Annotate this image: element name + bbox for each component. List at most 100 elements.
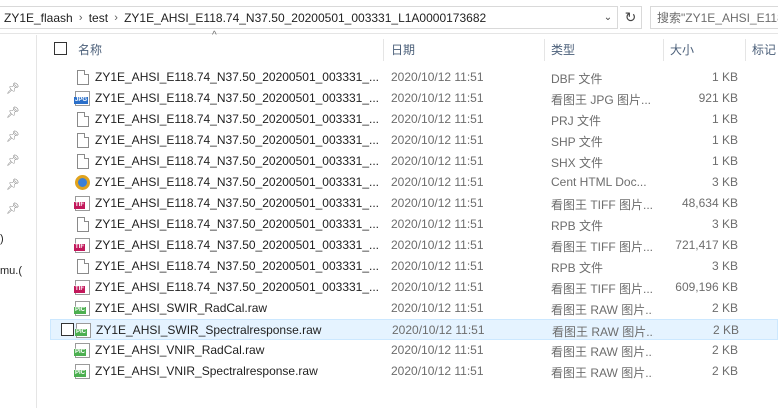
file-size: 2 KB (711, 343, 738, 357)
column-name[interactable]: 名称 (78, 41, 102, 58)
file-date: 2020/10/12 11:51 (391, 175, 484, 189)
doc-icon (77, 133, 89, 148)
file-name: ZY1E_AHSI_E118.74_N37.50_20200501_003331… (95, 154, 380, 168)
doc-icon (77, 259, 89, 274)
file-row[interactable]: PIC ZY1E_AHSI_VNIR_Spectralresponse.raw 20… (50, 361, 778, 382)
file-name: ZY1E_AHSI_E118.74_N37.50_20200501_003331… (95, 196, 380, 210)
select-all-checkbox[interactable] (54, 42, 67, 55)
file-badge: JPG (74, 97, 89, 104)
file-type: 看图王 RAW 图片... (551, 303, 653, 317)
file-type: 看图王 TIFF 图片... (551, 282, 653, 296)
sort-up-icon: ^ (212, 30, 217, 41)
doc-icon (77, 154, 89, 169)
file-badge: PIC (75, 329, 88, 336)
search-input[interactable]: 搜索"ZY1E_AHSI_E118.74_N37.50_20200501_003… (650, 6, 778, 29)
tiff-icon: TIF (74, 280, 90, 295)
file-row[interactable]: JPG ZY1E_AHSI_E118.74_N37.50_20200501_003… (50, 88, 778, 109)
file-date: 2020/10/12 11:51 (391, 364, 484, 378)
file-row[interactable]: PIC ZY1E_AHSI_VNIR_RadCal.raw 2020/10/12 1… (50, 340, 778, 361)
file-name: ZY1E_AHSI_VNIR_RadCal.raw (95, 343, 265, 357)
file-row[interactable]: ZY1E_AHSI_E118.74_N37.50_20200501_003331… (50, 214, 778, 235)
pin-icon[interactable]: 📌︎ (6, 82, 20, 95)
doc-icon (77, 112, 89, 127)
file-row[interactable]: ZY1E_AHSI_E118.74_N37.50_20200501_003331… (50, 256, 778, 277)
file-row[interactable]: ZY1E_AHSI_E118.74_N37.50_20200501_003331… (50, 67, 778, 88)
html-icon (75, 175, 90, 190)
pin-icon[interactable]: 📌︎ (6, 154, 20, 167)
file-date: 2020/10/12 11:51 (391, 133, 484, 147)
file-size: 1 KB (711, 70, 738, 84)
pin-icon[interactable]: 📌︎ (6, 106, 20, 119)
doc-icon (77, 70, 89, 85)
row-checkbox[interactable] (61, 323, 74, 336)
column-divider[interactable] (745, 39, 746, 61)
file-badge: TIF (74, 286, 85, 293)
file-row[interactable]: ZY1E_AHSI_E118.74_N37.50_20200501_003331… (50, 130, 778, 151)
file-size: 2 KB (712, 323, 739, 337)
file-date: 2020/10/12 11:51 (391, 91, 484, 105)
column-tags[interactable]: 标记 (752, 41, 776, 58)
jpg-icon: JPG (74, 91, 90, 106)
breadcrumb-item[interactable]: test (89, 11, 108, 25)
file-name: ZY1E_AHSI_E118.74_N37.50_20200501_003331… (95, 259, 380, 273)
file-badge: PIC (74, 349, 87, 356)
tiff-icon: TIF (74, 196, 90, 211)
pin-icon[interactable]: 📌︎ (6, 178, 20, 191)
file-type: 看图王 RAW 图片... (552, 325, 654, 339)
file-row[interactable]: ZY1E_AHSI_E118.74_N37.50_20200501_003331… (50, 151, 778, 172)
navigation-pane: 📌︎ 📌︎ 📌︎ 📌︎ 📌︎ 📌︎ ) mu.( (0, 35, 37, 408)
column-date[interactable]: 日期 (391, 41, 415, 58)
file-row[interactable]: PIC ZY1E_AHSI_SWIR_Spectralresponse.raw 20… (50, 319, 778, 340)
file-date: 2020/10/12 11:51 (391, 217, 484, 231)
file-size: 2 KB (711, 301, 738, 315)
file-row[interactable]: ZY1E_AHSI_E118.74_N37.50_20200501_003331… (50, 172, 778, 193)
pin-icon[interactable]: 📌︎ (6, 130, 20, 143)
nav-item-fragment[interactable]: mu.( (0, 265, 22, 277)
breadcrumb-item[interactable]: ZY1E_AHSI_E118.74_N37.50_20200501_003331… (124, 11, 486, 25)
file-badge: TIF (74, 244, 85, 251)
nav-item-fragment[interactable]: ) (0, 233, 4, 245)
tiff-icon: TIF (74, 238, 90, 253)
file-name: ZY1E_AHSI_E118.74_N37.50_20200501_003331… (95, 70, 380, 84)
file-size: 1 KB (711, 154, 738, 168)
breadcrumb-item[interactable]: ZY1E_flaash (4, 11, 73, 25)
chevron-down-icon[interactable]: ⌄ (598, 6, 618, 29)
file-type: DBF 文件 (551, 72, 603, 86)
file-date: 2020/10/12 11:51 (391, 259, 484, 273)
raw-icon: PIC (74, 343, 90, 358)
file-date: 2020/10/12 11:51 (391, 196, 484, 210)
file-name: ZY1E_AHSI_E118.74_N37.50_20200501_003331… (95, 175, 380, 189)
file-date: 2020/10/12 11:51 (391, 70, 484, 84)
chevron-right-icon[interactable]: › (108, 12, 124, 24)
file-row[interactable]: PIC ZY1E_AHSI_SWIR_RadCal.raw 2020/10/12 1… (50, 298, 778, 319)
file-size: 2 KB (711, 364, 738, 378)
doc-icon (77, 217, 89, 232)
address-box[interactable]: ZY1E_flaash › test › ZY1E_AHSI_E118.74_N… (0, 6, 618, 29)
column-divider[interactable] (544, 39, 545, 61)
file-size: 921 KB (698, 91, 738, 105)
file-badge: PIC (74, 370, 87, 377)
column-divider[interactable] (383, 39, 384, 61)
refresh-icon[interactable]: ↻ (620, 6, 642, 29)
file-type: Cent HTML Doc... (551, 175, 647, 189)
raw-icon: PIC (74, 301, 90, 316)
file-name: ZY1E_AHSI_E118.74_N37.50_20200501_003331… (95, 280, 380, 294)
file-type: 看图王 JPG 图片... (551, 93, 652, 107)
file-date: 2020/10/12 11:51 (391, 238, 484, 252)
column-size[interactable]: 大小 (670, 41, 694, 58)
chevron-right-icon[interactable]: › (73, 12, 89, 24)
file-size: 3 KB (711, 217, 738, 231)
file-row[interactable]: TIF ZY1E_AHSI_E118.74_N37.50_20200501_003… (50, 235, 778, 256)
file-row[interactable]: TIF ZY1E_AHSI_E118.74_N37.50_20200501_003… (50, 277, 778, 298)
file-badge: PIC (74, 307, 87, 314)
column-divider[interactable] (663, 39, 664, 61)
file-size: 1 KB (711, 133, 738, 147)
file-date: 2020/10/12 11:51 (391, 301, 484, 315)
file-type: RPB 文件 (551, 219, 604, 233)
file-row[interactable]: TIF ZY1E_AHSI_E118.74_N37.50_20200501_003… (50, 193, 778, 214)
file-name: ZY1E_AHSI_E118.74_N37.50_20200501_003331… (95, 217, 380, 231)
pin-icon[interactable]: 📌︎ (6, 202, 20, 215)
column-type[interactable]: 类型 (551, 41, 575, 58)
file-size: 3 KB (711, 259, 738, 273)
file-row[interactable]: ZY1E_AHSI_E118.74_N37.50_20200501_003331… (50, 109, 778, 130)
